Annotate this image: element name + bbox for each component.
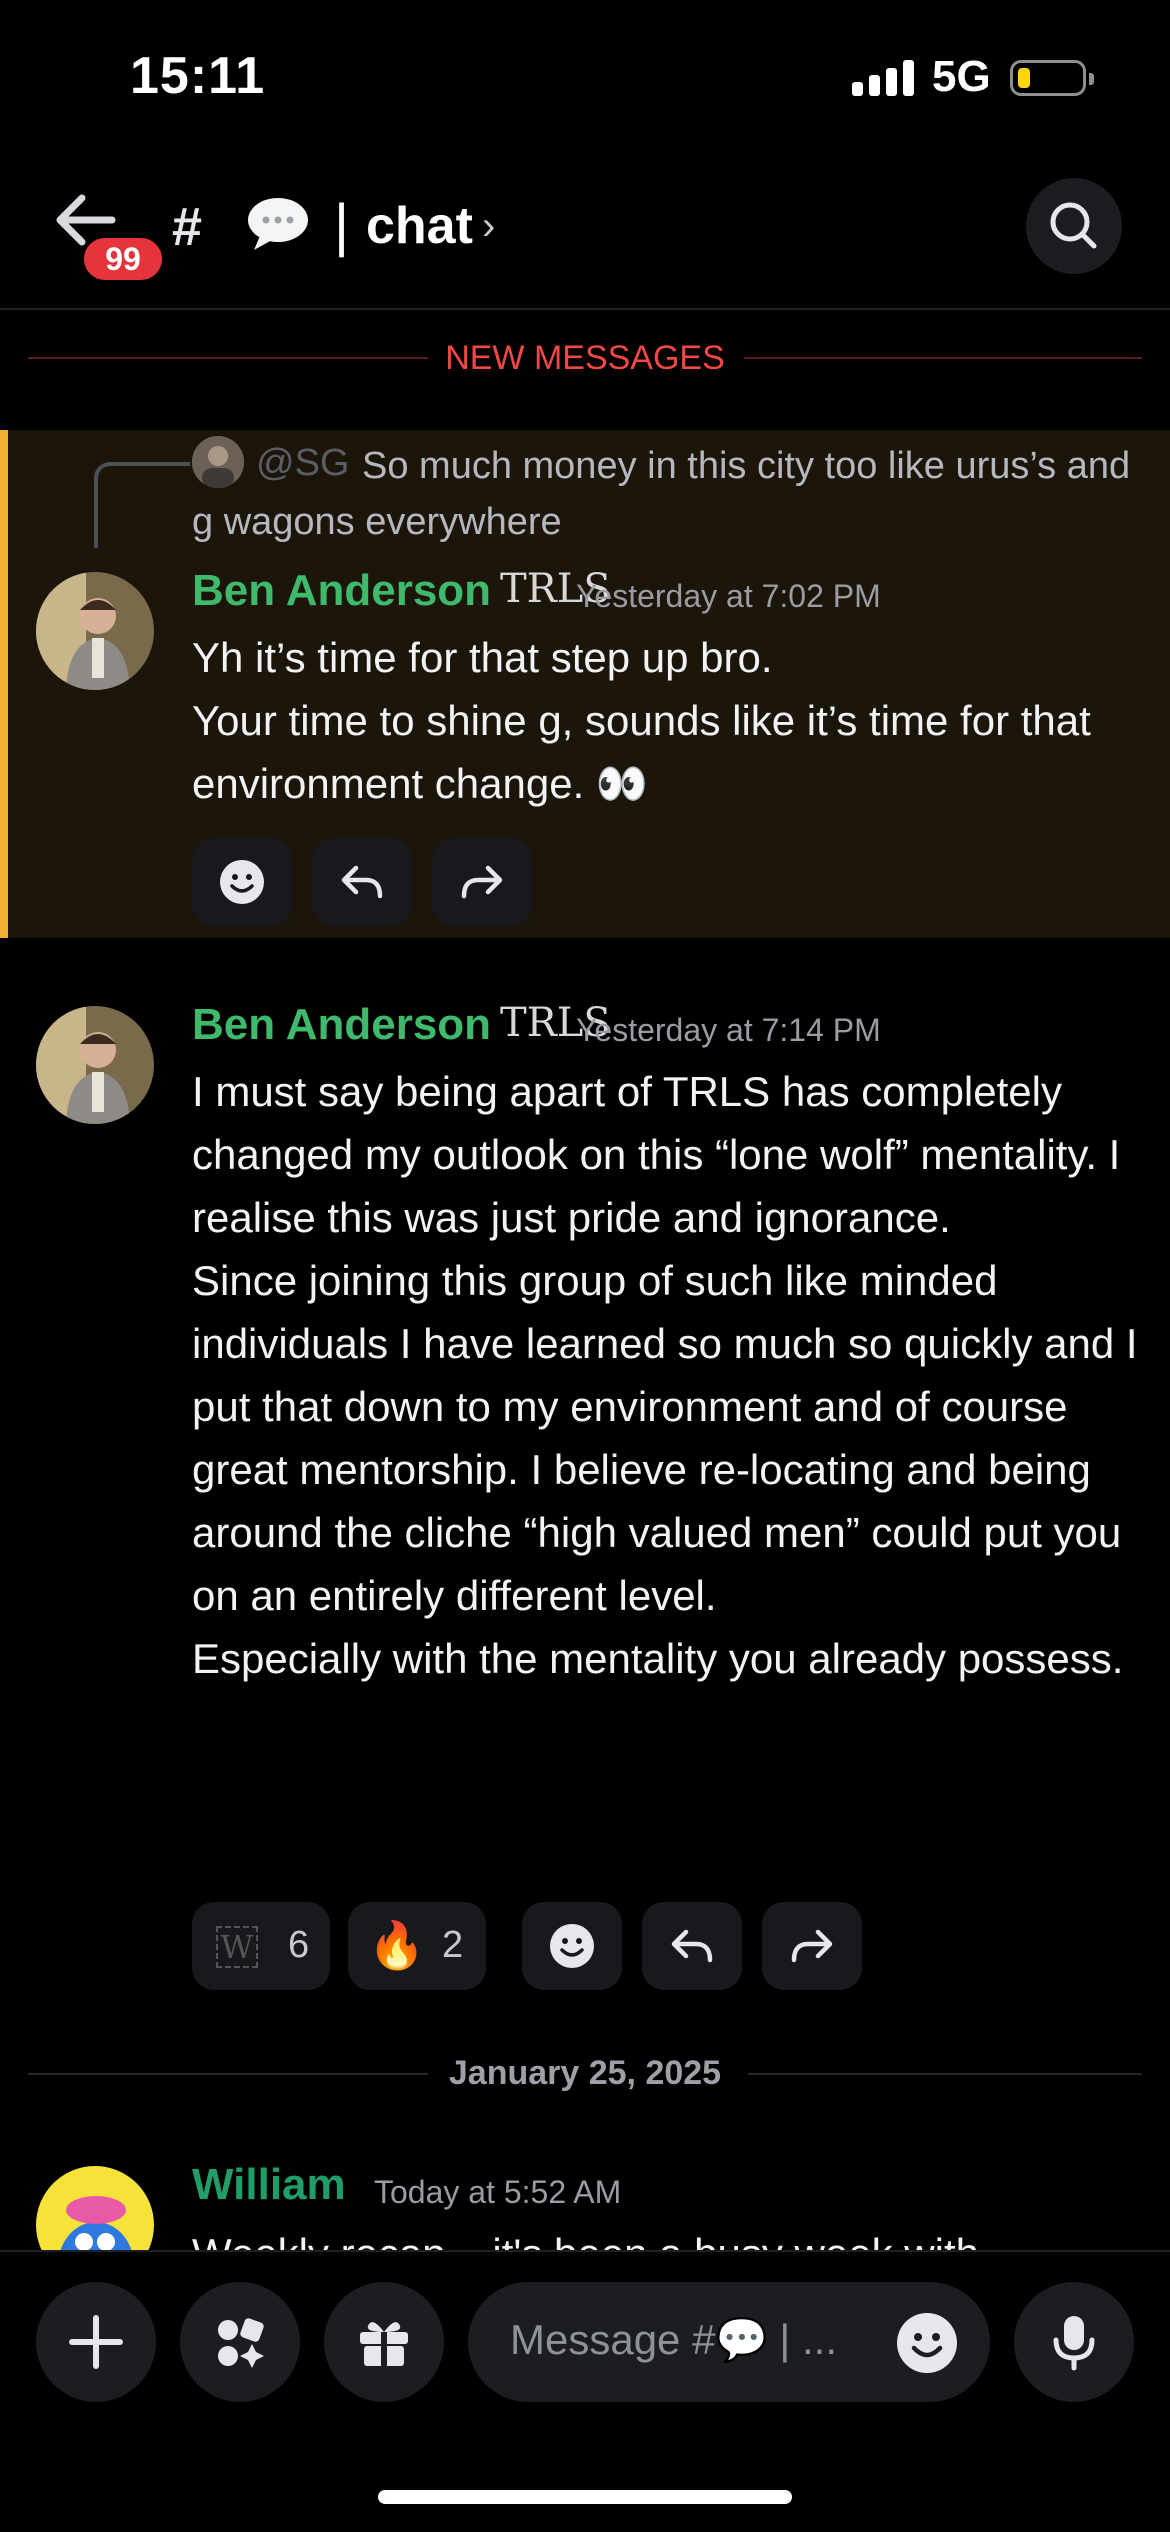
channel-name[interactable]: chat <box>366 196 473 256</box>
message-preview: Weekly recap – it's been a busy week wit… <box>192 2222 979 2252</box>
text-channel-icon: # <box>172 197 203 257</box>
smiley-icon <box>550 1924 594 1968</box>
title-separator: | <box>334 193 350 258</box>
message-timestamp: Yesterday at 7:14 PM <box>576 1012 881 1048</box>
smiley-icon <box>220 860 264 904</box>
message-line: Especially with the mentality you alread… <box>192 1635 1124 1682</box>
reply-avatar <box>192 436 244 488</box>
reaction-count: 2 <box>442 1924 464 1966</box>
reply-button[interactable] <box>642 1902 742 1990</box>
reply-connector <box>94 462 190 548</box>
fire-emoji-icon: 🔥 <box>368 1919 426 1971</box>
new-messages-divider: NEW MESSAGES <box>28 335 1142 383</box>
microphone-icon <box>1053 2316 1095 2371</box>
gift-icon <box>360 2322 408 2366</box>
message-timestamp: Yesterday at 7:02 PM <box>576 578 881 614</box>
signal-icon <box>852 60 916 96</box>
message-input-placeholder: Message #💬 | ... <box>510 2316 837 2363</box>
message-line: Your time to shine g, sounds like it’s t… <box>192 697 1091 807</box>
status-time: 15:11 <box>130 47 266 105</box>
message-body: I must say being apart of TRLS has compl… <box>192 1060 1142 1690</box>
message-author[interactable]: Ben Anderson <box>192 1000 491 1050</box>
reply-icon <box>341 865 383 899</box>
chevron-right-icon[interactable]: › <box>482 204 495 249</box>
forward-icon <box>791 1929 833 1963</box>
message-author[interactable]: Ben Anderson <box>192 566 491 616</box>
apps-button[interactable] <box>180 2282 300 2402</box>
reaction-pill[interactable]: 🔥 2 <box>348 1902 486 1990</box>
gift-button[interactable] <box>324 2282 444 2402</box>
speech-bubble-icon <box>248 198 308 250</box>
forward-icon <box>461 865 503 899</box>
home-indicator[interactable] <box>378 2490 792 2504</box>
avatar[interactable] <box>36 572 154 690</box>
status-bar: 15:11 5G <box>0 0 1170 150</box>
search-button[interactable] <box>1026 178 1122 274</box>
reply-icon <box>671 1929 713 1963</box>
message-input[interactable]: Message #💬 | ... <box>468 2282 990 2402</box>
unread-badge: 99 <box>80 234 166 284</box>
add-reaction-button[interactable] <box>192 838 292 926</box>
message-line: I must say being apart of TRLS has compl… <box>192 1068 1121 1241</box>
message-line: Yh it’s time for that step up bro. <box>192 634 773 681</box>
add-reaction-button[interactable] <box>522 1902 622 1990</box>
attach-button[interactable] <box>36 2282 156 2402</box>
reaction-count: 6 <box>288 1924 310 1966</box>
battery-icon <box>1010 60 1094 96</box>
avatar[interactable] <box>36 1006 154 1124</box>
custom-emoji-w-icon: W <box>216 1926 258 1968</box>
new-messages-label: NEW MESSAGES <box>445 339 725 377</box>
network-type: 5G <box>932 52 991 101</box>
reply-button[interactable] <box>312 838 412 926</box>
forward-button[interactable] <box>762 1902 862 1990</box>
message-line: Since joining this group of such like mi… <box>192 1257 1138 1619</box>
search-icon <box>1050 202 1097 249</box>
date-label: January 25, 2025 <box>448 2054 722 2092</box>
reply-mention[interactable]: @SG <box>256 442 349 485</box>
forward-button[interactable] <box>432 838 532 926</box>
date-divider: January 25, 2025 <box>28 2052 1142 2096</box>
voice-message-button[interactable] <box>1014 2282 1134 2402</box>
channel-header: 99 # | chat › <box>0 150 1170 310</box>
reaction-pill[interactable]: W 6 <box>192 1902 330 1990</box>
emoji-picker-icon[interactable] <box>896 2312 958 2374</box>
message-author[interactable]: William <box>192 2160 346 2210</box>
message-timestamp: Today at 5:52 AM <box>374 2174 622 2210</box>
message-body: Yh it’s time for that step up bro. Your … <box>192 626 1142 815</box>
plus-icon <box>69 2315 123 2369</box>
apps-icon <box>218 2318 264 2368</box>
